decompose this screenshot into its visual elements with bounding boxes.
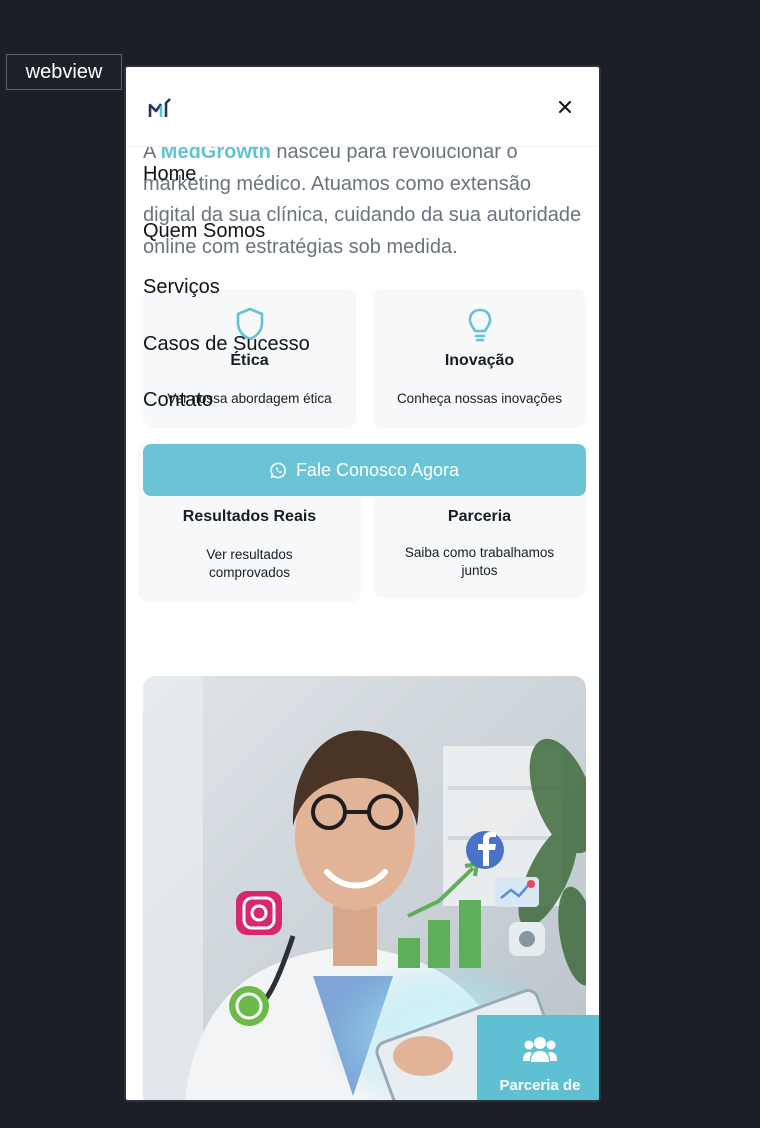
close-icon xyxy=(559,101,571,113)
card-desc: Saiba como trabalhamos juntos xyxy=(404,545,555,578)
camera-icon xyxy=(509,922,545,956)
lightbulb-icon xyxy=(468,308,491,342)
card-title: Parceria xyxy=(447,508,512,525)
close-menu-button[interactable] xyxy=(553,95,577,119)
facebook-icon xyxy=(466,831,504,869)
analytics-card-icon xyxy=(495,877,539,907)
nav-item-home[interactable]: Home xyxy=(143,163,196,186)
nav-item-quem-somos[interactable]: Quem Somos xyxy=(143,220,265,243)
site-header xyxy=(126,67,599,147)
badge-label: Parceria de xyxy=(499,1077,581,1094)
nav-item-casos-de-sucesso[interactable]: Casos de Sucesso xyxy=(143,333,310,356)
users-icon xyxy=(523,1037,557,1062)
whatsapp-icon xyxy=(270,462,286,478)
card-desc: Ver resultados comprovados xyxy=(206,547,293,580)
intro-paragraph: A MedGrowth nasceu para revolucionar o m… xyxy=(143,137,583,263)
mobile-webview: A MedGrowth nasceu para revolucionar o m… xyxy=(124,65,601,1102)
instagram-icon xyxy=(236,891,282,935)
card-desc: Conheça nossas inovações xyxy=(396,391,563,406)
partnership-badge[interactable]: Parceria de xyxy=(477,1015,599,1100)
card-inovacao[interactable]: Inovação Conheça nossas inovações xyxy=(373,289,586,428)
whatsapp-app-icon xyxy=(229,986,269,1026)
medgrowth-logo[interactable] xyxy=(148,97,172,119)
nav-item-contato[interactable]: Contato xyxy=(143,389,213,412)
contact-cta-button[interactable]: Fale Conosco Agora xyxy=(143,444,586,496)
webview-label: webview xyxy=(6,54,122,90)
card-title: Inovação xyxy=(444,352,515,369)
cta-label: Fale Conosco Agora xyxy=(295,459,460,480)
card-title: Resultados Reais xyxy=(182,508,317,525)
nav-item-servicos[interactable]: Serviços xyxy=(143,276,220,299)
